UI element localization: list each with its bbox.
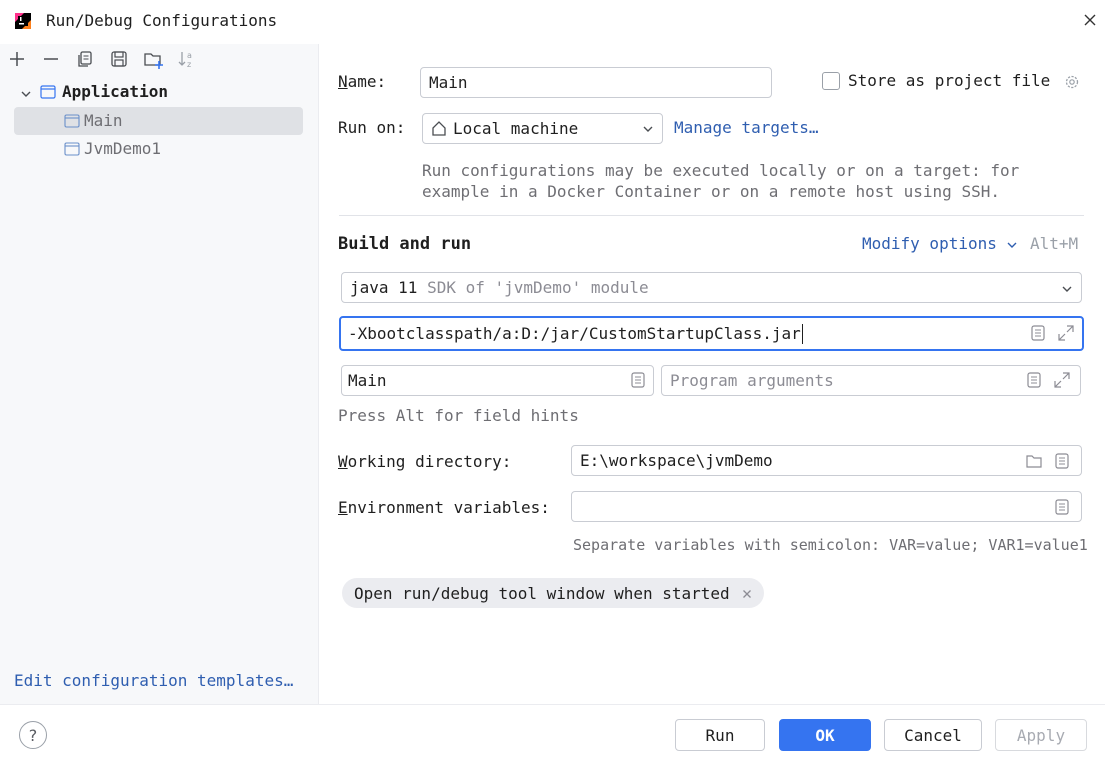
name-label-text: ame: [347, 72, 387, 91]
remove-option-icon[interactable] [740, 586, 754, 600]
save-icon[interactable] [108, 48, 130, 70]
settings-gear-icon[interactable] [1063, 73, 1081, 91]
run-on-dropdown[interactable]: Local machine [422, 113, 663, 144]
manage-targets-link[interactable]: Manage targets… [674, 118, 819, 137]
working-directory-label: Working directory: [338, 452, 511, 471]
add-icon[interactable] [6, 48, 28, 70]
name-label-mnemonic: N [338, 72, 348, 91]
tree-item-main[interactable]: Main [14, 107, 303, 135]
new-folder-icon[interactable] [142, 48, 164, 70]
chip-label: Open run/debug tool window when started [354, 583, 730, 603]
vm-options-value: -Xbootclasspath/a:D:/jar/CustomStartupCl… [348, 324, 801, 343]
working-directory-mnemonic: W [338, 452, 348, 471]
folder-icon[interactable] [1025, 452, 1043, 470]
cancel-button[interactable]: Cancel [884, 719, 982, 751]
run-button[interactable]: Run [675, 719, 765, 751]
tree-item-label: Main [84, 111, 123, 130]
run-on-value: Local machine [453, 119, 579, 138]
main-class-field[interactable]: Main [341, 365, 654, 396]
close-icon[interactable] [1080, 10, 1100, 30]
chevron-down-icon[interactable] [20, 86, 32, 98]
program-arguments-placeholder: Program arguments [670, 371, 834, 390]
jdk-value: java 11 [350, 278, 418, 297]
application-config-icon [40, 84, 56, 100]
edit-configuration-templates-link[interactable]: Edit configuration templates… [14, 671, 293, 690]
copy-icon[interactable] [74, 48, 96, 70]
intellij-logo-icon [14, 12, 32, 30]
ok-button[interactable]: OK [779, 719, 871, 751]
maximize-icon[interactable] [1053, 371, 1071, 389]
modify-options-shortcut: Alt+M [1030, 234, 1079, 253]
application-config-icon [64, 141, 80, 157]
working-directory-value: E:\workspace\jvmDemo [580, 451, 773, 470]
section-divider [339, 215, 1084, 216]
window-title: Run/Debug Configurations [46, 11, 278, 30]
jdk-dropdown[interactable]: java 11 SDK of 'jvmDemo' module [341, 272, 1082, 303]
expand-text-icon[interactable] [1053, 452, 1071, 470]
bottom-divider [0, 704, 1105, 705]
working-directory-field[interactable]: E:\workspace\jvmDemo [571, 445, 1082, 476]
environment-variables-label: Environment variables: [338, 498, 550, 517]
environment-variables-label-text: nvironment variables: [347, 498, 550, 517]
build-and-run-heading: Build and run [338, 234, 472, 254]
expand-text-icon[interactable] [1025, 371, 1043, 389]
sort-alphabetically-icon[interactable]: az [176, 48, 198, 70]
working-directory-label-text: orking directory: [347, 452, 512, 471]
chevron-down-icon[interactable] [1004, 237, 1020, 253]
svg-text:z: z [187, 60, 191, 69]
run-on-hint-line2: example in a Docker Container or on a re… [422, 182, 1000, 201]
chevron-down-icon[interactable] [640, 121, 656, 137]
remove-icon[interactable] [40, 48, 62, 70]
store-as-project-file-label: Store as project file [848, 71, 1051, 90]
maximize-icon[interactable] [1057, 324, 1075, 342]
help-button[interactable]: ? [19, 721, 47, 749]
field-hints-text: Press Alt for field hints [338, 406, 579, 425]
program-arguments-field[interactable]: Program arguments [661, 365, 1081, 396]
environment-variables-field[interactable] [571, 491, 1082, 522]
application-config-icon [64, 113, 80, 129]
expand-text-icon[interactable] [1029, 324, 1047, 342]
apply-button[interactable]: Apply [995, 719, 1087, 751]
name-value: Main [429, 73, 468, 92]
run-on-hint-line1: Run configurations may be executed local… [422, 161, 1020, 180]
tree-item-jvmdemo1[interactable]: JvmDemo1 [14, 135, 303, 163]
vm-options-field[interactable]: -Xbootclasspath/a:D:/jar/CustomStartupCl… [339, 316, 1084, 351]
svg-text:a: a [187, 51, 192, 60]
chevron-down-icon[interactable] [1059, 281, 1075, 297]
name-label: Name: [338, 72, 386, 91]
modify-options-link[interactable]: Modify options [862, 234, 997, 253]
browse-class-icon[interactable] [629, 371, 647, 389]
home-icon [430, 119, 448, 137]
main-class-value: Main [348, 371, 387, 390]
text-caret [801, 323, 803, 344]
name-field[interactable]: Main [420, 67, 772, 98]
run-on-label: Run on: [338, 118, 406, 137]
tree-item-label: JvmDemo1 [84, 139, 162, 158]
jdk-detail: SDK of 'jvmDemo' module [427, 278, 649, 297]
edit-variables-icon[interactable] [1053, 498, 1071, 516]
environment-variables-mnemonic: E [338, 498, 348, 517]
environment-variables-hint: Separate variables with semicolon: VAR=v… [573, 536, 1088, 554]
store-as-project-file-checkbox[interactable] [822, 72, 840, 90]
tree-group-label: Application [62, 82, 168, 101]
open-tool-window-option-chip[interactable]: Open run/debug tool window when started [342, 578, 764, 608]
